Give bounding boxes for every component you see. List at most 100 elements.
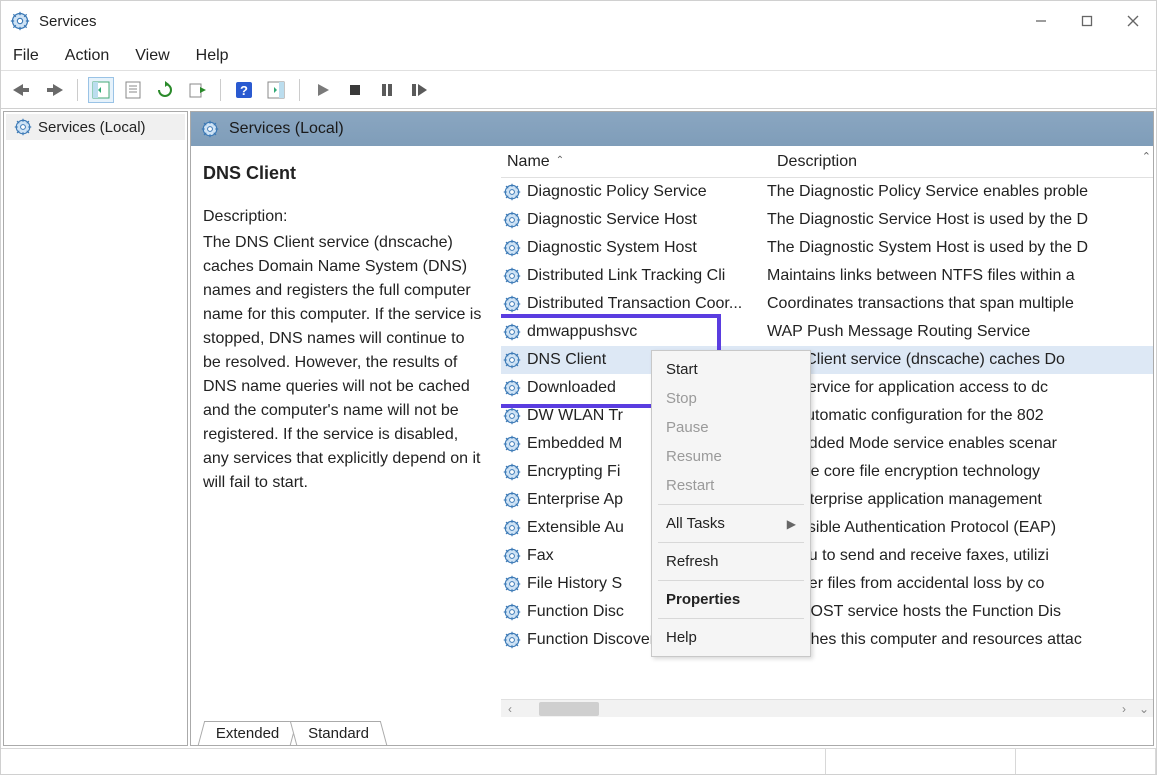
service-description: les enterprise application management	[767, 491, 1153, 509]
service-description: Embedded Mode service enables scenar	[767, 435, 1153, 453]
service-description: The Diagnostic Service Host is used by t…	[767, 211, 1153, 229]
service-detail: DNS Client Description: The DNS Client s…	[191, 146, 501, 717]
service-description: des automatic configuration for the 802	[767, 407, 1153, 425]
service-description: ows service for application access to dc	[767, 379, 1153, 397]
pane-body: DNS Client Description: The DNS Client s…	[191, 146, 1153, 717]
description-text: The DNS Client service (dnscache) caches…	[203, 234, 481, 491]
menu-view[interactable]: View	[133, 43, 171, 69]
scroll-down-icon[interactable]: ⌄	[1135, 702, 1153, 716]
tree-item-label: Services (Local)	[38, 119, 146, 136]
minimize-button[interactable]	[1018, 1, 1064, 41]
context-menu-help[interactable]: Help	[652, 623, 810, 652]
scroll-left-icon[interactable]: ‹	[501, 702, 519, 716]
menu-action[interactable]: Action	[63, 43, 111, 69]
service-row[interactable]: Encrypting Fides the core file encryptio…	[501, 458, 1153, 486]
body: Services (Local) Services (Local) DNS Cl…	[1, 109, 1156, 748]
list-header: Name ⌃ Description	[501, 146, 1153, 178]
gear-icon	[14, 118, 32, 136]
gear-icon	[503, 351, 521, 369]
service-description: The Diagnostic Policy Service enables pr…	[767, 183, 1153, 201]
service-row[interactable]: DNS ClientDNS Client service (dnscache) …	[501, 346, 1153, 374]
service-description: Extensible Authentication Protocol (EAP)	[767, 519, 1153, 537]
export-list-icon[interactable]	[184, 77, 210, 103]
menu-help[interactable]: Help	[194, 43, 231, 69]
service-row[interactable]: dmwappushsvcWAP Push Message Routing Ser…	[501, 318, 1153, 346]
restart-service-icon[interactable]	[406, 77, 432, 103]
service-row[interactable]: Extensible AuExtensible Authentication P…	[501, 514, 1153, 542]
tab-extended-label: Extended	[216, 725, 279, 742]
services-window: Services File Action View Help ?	[0, 0, 1157, 775]
toolbar-separator	[299, 79, 300, 101]
scrollbar-thumb[interactable]	[539, 702, 599, 716]
service-row[interactable]: Diagnostic Service HostThe Diagnostic Se…	[501, 206, 1153, 234]
gear-icon	[503, 631, 521, 649]
pane-header: Services (Local)	[191, 112, 1153, 146]
gear-icon	[503, 183, 521, 201]
show-hide-tree-icon[interactable]	[88, 77, 114, 103]
context-menu-pause: Pause	[652, 413, 810, 442]
service-row[interactable]: Diagnostic System HostThe Diagnostic Sys…	[501, 234, 1153, 262]
context-menu-resume: Resume	[652, 442, 810, 471]
service-row[interactable]: Faxles you to send and receive faxes, ut…	[501, 542, 1153, 570]
status-cell	[1, 749, 826, 774]
close-button[interactable]	[1110, 1, 1156, 41]
service-row[interactable]: Enterprise Aples enterprise application …	[501, 486, 1153, 514]
service-description: Maintains links between NTFS files withi…	[767, 267, 1153, 285]
scroll-right-icon[interactable]: ›	[1115, 702, 1133, 716]
nav-forward-icon[interactable]	[41, 77, 67, 103]
stop-service-icon[interactable]	[342, 77, 368, 103]
nav-back-icon[interactable]	[9, 77, 35, 103]
console-tree: Services (Local)	[3, 111, 188, 746]
service-row[interactable]: DW WLAN Trdes automatic configuration fo…	[501, 402, 1153, 430]
context-menu-separator	[658, 504, 804, 505]
gear-icon	[503, 491, 521, 509]
service-row[interactable]: Distributed Link Tracking CliMaintains l…	[501, 262, 1153, 290]
context-menu-separator	[658, 580, 804, 581]
sort-ascending-icon: ⌃	[556, 155, 564, 166]
gear-icon	[503, 379, 521, 397]
properties-icon[interactable]	[120, 77, 146, 103]
pause-service-icon[interactable]	[374, 77, 400, 103]
list-rows[interactable]: Diagnostic Policy ServiceThe Diagnostic …	[501, 178, 1153, 699]
gear-icon	[503, 519, 521, 537]
context-menu-separator	[658, 618, 804, 619]
gear-icon	[503, 547, 521, 565]
description-label: Description:	[203, 205, 485, 229]
tab-standard[interactable]: Standard	[290, 721, 387, 745]
service-row[interactable]: File History Scts user files from accide…	[501, 570, 1153, 598]
column-header-description[interactable]: Description	[771, 153, 1153, 171]
toolbar: ?	[1, 71, 1156, 109]
horizontal-scrollbar[interactable]: ‹ › ⌄	[501, 699, 1153, 717]
start-service-icon[interactable]	[310, 77, 336, 103]
context-menu-properties[interactable]: Properties	[652, 585, 810, 614]
service-description: Publishes this computer and resources at…	[767, 631, 1153, 649]
service-row[interactable]: Embedded MEmbedded Mode service enables …	[501, 430, 1153, 458]
service-row[interactable]: Function Discovery Resourc...Publishes t…	[501, 626, 1153, 654]
service-name: Diagnostic Service Host	[527, 211, 767, 229]
tab-extended[interactable]: Extended	[198, 721, 298, 745]
service-row[interactable]: Diagnostic Policy ServiceThe Diagnostic …	[501, 178, 1153, 206]
context-menu-start[interactable]: Start	[652, 355, 810, 384]
gear-icon	[503, 603, 521, 621]
gear-icon	[503, 267, 521, 285]
refresh-icon[interactable]	[152, 77, 178, 103]
service-row[interactable]: Distributed Transaction Coor...Coordinat…	[501, 290, 1153, 318]
menu-bar: File Action View Help	[1, 41, 1156, 71]
service-row[interactable]: Function DiscFDPHOST service hosts the F…	[501, 598, 1153, 626]
menu-file[interactable]: File	[11, 43, 41, 69]
column-header-name[interactable]: Name ⌃	[501, 153, 771, 171]
service-name: Distributed Transaction Coor...	[527, 295, 767, 313]
service-description: WAP Push Message Routing Service	[767, 323, 1153, 341]
service-row[interactable]: Downloadedows service for application ac…	[501, 374, 1153, 402]
maximize-button[interactable]	[1064, 1, 1110, 41]
status-bar	[1, 748, 1156, 774]
context-menu-refresh[interactable]: Refresh	[652, 547, 810, 576]
context-menu-stop: Stop	[652, 384, 810, 413]
service-description: cts user files from accidental loss by c…	[767, 575, 1153, 593]
context-menu-all-tasks[interactable]: All Tasks▶	[652, 509, 810, 538]
tree-item-services-local[interactable]: Services (Local)	[6, 114, 185, 140]
help-icon[interactable]: ?	[231, 77, 257, 103]
titlebar: Services	[1, 1, 1156, 41]
show-hide-action-pane-icon[interactable]	[263, 77, 289, 103]
service-description: des the core file encryption technology	[767, 463, 1153, 481]
